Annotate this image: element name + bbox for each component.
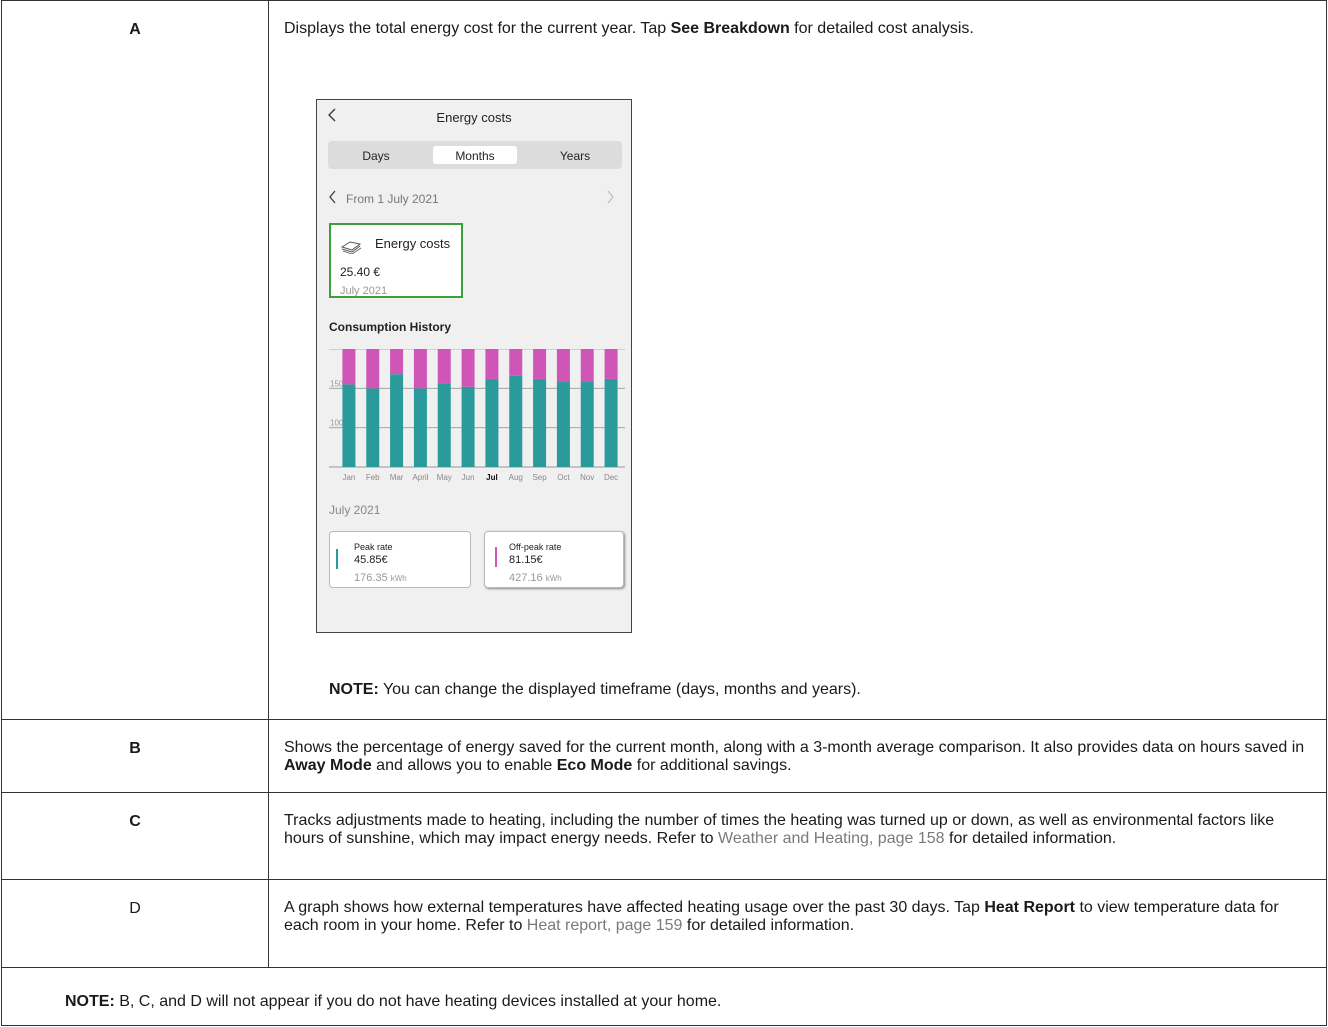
- y-tick-label: 150: [330, 379, 344, 388]
- bar-segment-feb-0: [366, 388, 380, 467]
- bar-segment-jan-1: [342, 349, 356, 385]
- heat-report-link[interactable]: Heat report, page 159: [527, 917, 683, 934]
- bar-segment-aug-0: [509, 375, 523, 467]
- bar-segment-mar-1: [390, 349, 404, 375]
- x-tick-label: Mar: [390, 473, 404, 482]
- row-key: B: [1, 718, 269, 794]
- peak-rate-energy: 176.35 kWh: [354, 572, 407, 584]
- x-tick-label: Oct: [557, 473, 570, 482]
- previous-period-icon[interactable]: [328, 190, 338, 204]
- row-description: Shows the percentage of energy saved for…: [268, 718, 1327, 794]
- row-description: A graph shows how external temperatures …: [268, 879, 1327, 968]
- x-tick-label: Dec: [604, 473, 618, 482]
- peak-rate-color-bar: [336, 549, 338, 569]
- y-tick-label: 100: [330, 419, 344, 428]
- table-row: D A graph shows how external temperature…: [1, 879, 1327, 968]
- x-tick-label: May: [437, 473, 452, 482]
- consumption-history-chart: 100150200JanFebMarAprilMayJunJulAugSepOc…: [329, 349, 625, 482]
- bar-segment-oct-0: [556, 382, 570, 467]
- x-tick-label: Jul: [486, 473, 498, 482]
- peak-rate-card: Peak rate 45.85€ 176.35 kWh: [329, 531, 471, 588]
- x-tick-label: Jan: [342, 473, 355, 482]
- bar-segment-jul-1: [485, 349, 499, 379]
- next-period-icon[interactable]: [605, 190, 615, 204]
- tab-months[interactable]: Months: [433, 147, 517, 165]
- screen-title: Energy costs: [436, 110, 512, 125]
- off-peak-rate-color-bar: [495, 547, 497, 567]
- table-row: NOTE: B, C, and D will not appear if you…: [1, 966, 1327, 1027]
- tab-years[interactable]: Years: [528, 147, 622, 165]
- bar-segment-nov-1: [580, 349, 594, 383]
- energy-costs-card[interactable]: Energy costs 25.40 € July 2021: [329, 223, 463, 298]
- x-tick-label: Jun: [462, 473, 475, 482]
- bar-segment-jun-0: [461, 386, 475, 467]
- history-title: Consumption History: [329, 320, 451, 334]
- weather-heating-link[interactable]: Weather and Heating, page 158: [718, 830, 945, 847]
- table-row: C Tracks adjustments made to heating, in…: [1, 792, 1327, 881]
- bar-segment-jan-0: [342, 384, 356, 467]
- bar-segment-aug-1: [509, 349, 523, 376]
- chart-period-label: July 2021: [329, 503, 381, 517]
- x-tick-label: Nov: [580, 473, 594, 482]
- footer-note: NOTE: B, C, and D will not appear if you…: [1, 966, 1327, 1027]
- row-key: C: [1, 792, 269, 881]
- x-tick-label: Aug: [509, 473, 523, 482]
- banknotes-icon: [340, 241, 362, 254]
- off-peak-rate-energy: 427.16 kWh: [509, 572, 562, 584]
- eco-mode-term: Eco Mode: [556, 756, 633, 774]
- card-value: 25.40 €: [340, 265, 381, 279]
- see-breakdown-term: See Breakdown: [670, 20, 790, 37]
- x-tick-label: April: [412, 473, 428, 482]
- bar-segment-may-1: [437, 349, 451, 384]
- x-tick-label: Feb: [366, 473, 380, 482]
- row-key: D: [1, 879, 269, 968]
- table-row: B Shows the percentage of energy saved f…: [1, 718, 1327, 794]
- card-title: Energy costs: [375, 236, 451, 251]
- bar-segment-april-0: [413, 388, 427, 467]
- row-description: Tracks adjustments made to heating, incl…: [268, 792, 1327, 881]
- peak-rate-cost: 45.85€: [354, 554, 388, 566]
- timeframe-note: NOTE: You can change the displayed timef…: [329, 681, 861, 698]
- off-peak-rate-cost: 81.15€: [509, 554, 543, 566]
- bar-segment-sep-1: [533, 349, 547, 379]
- bar-segment-feb-1: [366, 349, 380, 389]
- bar-segment-sep-0: [533, 378, 547, 467]
- description-table: A Displays the total energy cost for the…: [1, 0, 1327, 1027]
- table-row: A Displays the total energy cost for the…: [1, 0, 1327, 720]
- row-description: Displays the total energy cost for the c…: [268, 0, 1327, 720]
- bar-segment-nov-0: [580, 382, 594, 467]
- card-period: July 2021: [340, 285, 388, 297]
- x-tick-label: Sep: [532, 473, 547, 482]
- bar-segment-may-0: [437, 383, 451, 467]
- tab-days[interactable]: Days: [328, 147, 424, 165]
- period-label: From 1 July 2021: [346, 192, 439, 206]
- bar-segment-dec-1: [604, 349, 618, 379]
- bar-segment-oct-1: [556, 349, 570, 383]
- away-mode-term: Away Mode: [284, 756, 372, 774]
- timeframe-segmented-control: Days Months Years: [328, 141, 622, 169]
- heat-report-term: Heat Report: [984, 899, 1075, 917]
- row-key: A: [1, 0, 269, 720]
- bar-segment-jul-0: [485, 378, 499, 467]
- bar-segment-dec-0: [604, 378, 618, 467]
- bar-segment-jun-1: [461, 349, 475, 387]
- bar-segment-april-1: [413, 349, 427, 389]
- off-peak-rate-card: Off-peak rate 81.15€ 427.16 kWh: [484, 531, 624, 588]
- bar-segment-mar-0: [390, 374, 404, 467]
- app-screenshot: Energy costs Days Months Years From 1 Ju…: [316, 99, 632, 633]
